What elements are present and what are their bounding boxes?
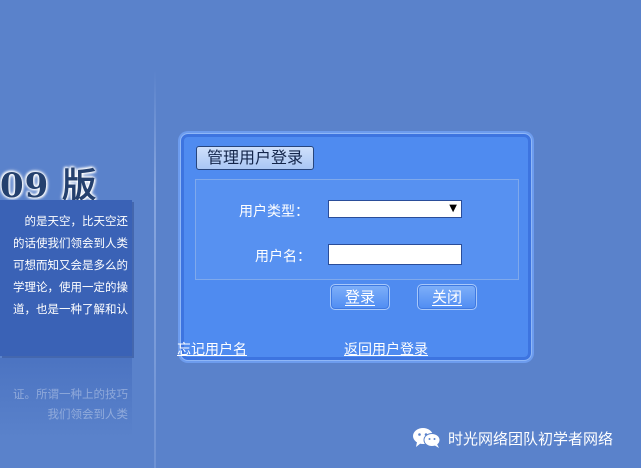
watermark: 时光网络团队初学者网络 (412, 425, 613, 451)
login-panel: 管理用户登录 用户类型： ▼ 用户名： 登录 关闭 忘记用户名 返回用户登录 (177, 133, 532, 361)
background-divider (154, 70, 156, 468)
back-to-login-link[interactable]: 返回用户登录 (344, 339, 428, 359)
forgot-username-link[interactable]: 忘记用户名 (177, 339, 247, 359)
intro-text-panel: 的是天空，比天空还 的话使我们领会到人类 可想而知又会是多么的 学理论，使用一定… (0, 200, 132, 356)
intro-line: 学理论，使用一定的操 (13, 280, 128, 294)
user-type-label: 用户类型： (239, 204, 309, 220)
login-panel-title: 管理用户登录 (196, 146, 314, 170)
intro-line: 道，也是一种了解和认 (13, 302, 128, 316)
username-input[interactable] (328, 244, 462, 265)
wechat-icon (413, 428, 441, 448)
close-button[interactable]: 关闭 (417, 284, 477, 310)
dropdown-arrow-icon: ▼ (449, 203, 457, 214)
intro-line: 的是天空，比天空还 (24, 214, 129, 228)
username-label: 用户名： (255, 249, 311, 265)
reflection-line: 证。所谓一种上的技巧 (13, 387, 128, 401)
reflection-line: 我们领会到人类 (47, 407, 129, 421)
user-type-select[interactable]: ▼ (328, 200, 462, 218)
intro-reflection: 证。所谓一种上的技巧 我们领会到人类 (0, 358, 132, 438)
watermark-text: 时光网络团队初学者网络 (448, 429, 614, 448)
intro-line: 可想而知又会是多么的 (13, 258, 128, 272)
login-form: 用户类型： ▼ 用户名： (195, 179, 519, 280)
login-button[interactable]: 登录 (330, 284, 390, 310)
intro-line: 的话使我们领会到人类 (13, 236, 128, 250)
